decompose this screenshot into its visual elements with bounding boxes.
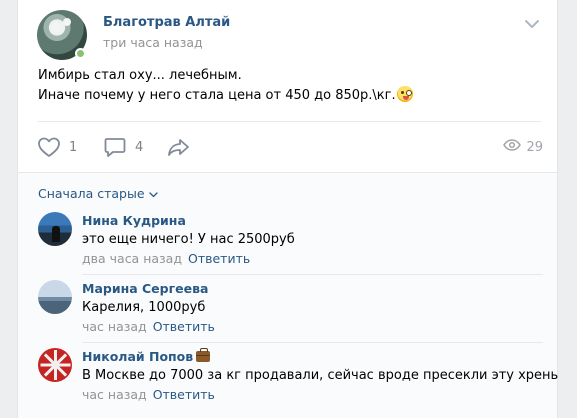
online-status-icon: [75, 48, 86, 59]
like-count: 1: [69, 139, 78, 155]
comment-divider: [82, 274, 543, 275]
comments-section: Сначала старые Нина Кудрина это еще ниче…: [18, 172, 559, 418]
comment-time[interactable]: два часа назад: [82, 251, 182, 266]
commenter-name-text: Николай Попов: [82, 349, 194, 364]
reply-button[interactable]: Ответить: [153, 319, 215, 334]
post-time[interactable]: три часа назад: [103, 35, 203, 50]
sort-label: Сначала старые: [38, 186, 145, 201]
comment-text: Карелия, 1000руб: [82, 300, 206, 315]
comment-text: это еще ничего! У нас 2500руб: [82, 232, 295, 247]
post-text: Имбирь стал оху... лечебным. Иначе почем…: [38, 66, 543, 106]
commenter-name[interactable]: Николай Попов: [82, 348, 211, 364]
chevron-down-icon: [145, 186, 158, 201]
post-actions: 1 4 29: [37, 134, 543, 160]
commenter-avatar[interactable]: [38, 348, 72, 382]
share-button[interactable]: [166, 134, 192, 160]
sort-comments-dropdown[interactable]: Сначала старые: [38, 186, 158, 201]
divider: [18, 172, 557, 173]
comment-meta: час назад Ответить: [82, 387, 215, 402]
heart-icon: [37, 136, 61, 158]
chevron-down-icon[interactable]: [524, 18, 540, 30]
comment-icon: [103, 136, 127, 158]
comment-button[interactable]: 4: [103, 134, 143, 160]
post-text-line: Имбирь стал оху... лечебным.: [38, 68, 242, 83]
comment-time[interactable]: час назад: [82, 387, 147, 402]
share-icon: [166, 136, 192, 158]
flower-shape: [63, 18, 71, 26]
comment-meta: два часа назад Ответить: [82, 251, 250, 266]
comment-text: В Москве до 7000 за кг продавали, сейчас…: [82, 368, 559, 383]
commenter-avatar[interactable]: [38, 280, 72, 314]
views-counter: 29: [503, 134, 543, 160]
commenter-name[interactable]: Марина Сергеева: [82, 281, 208, 296]
comment-divider: [82, 342, 543, 343]
like-button[interactable]: 1: [37, 134, 77, 160]
divider: [38, 121, 541, 122]
comment-count: 4: [135, 139, 144, 155]
eye-icon: [503, 138, 522, 156]
tongue-wink-emoji-icon: [396, 86, 413, 102]
post-author-name[interactable]: Благотрав Алтай: [103, 15, 230, 30]
reply-button[interactable]: Ответить: [188, 251, 250, 266]
comment-time[interactable]: час назад: [82, 319, 147, 334]
commenter-avatar[interactable]: [38, 212, 72, 246]
post-text-line-content: Иначе почему у него стала цена от 450 до…: [38, 88, 396, 103]
post-text-line: Иначе почему у него стала цена от 450 до…: [38, 86, 543, 106]
flower-shape: [51, 22, 61, 32]
post-card: Благотрав Алтай три часа назад Имбирь ст…: [17, 0, 558, 418]
views-count: 29: [526, 139, 543, 155]
briefcase-icon: [196, 348, 211, 362]
post-header: Благотрав Алтай три часа назад: [37, 10, 542, 60]
commenter-name[interactable]: Нина Кудрина: [82, 213, 186, 228]
comment-meta: час назад Ответить: [82, 319, 215, 334]
reply-button[interactable]: Ответить: [153, 387, 215, 402]
